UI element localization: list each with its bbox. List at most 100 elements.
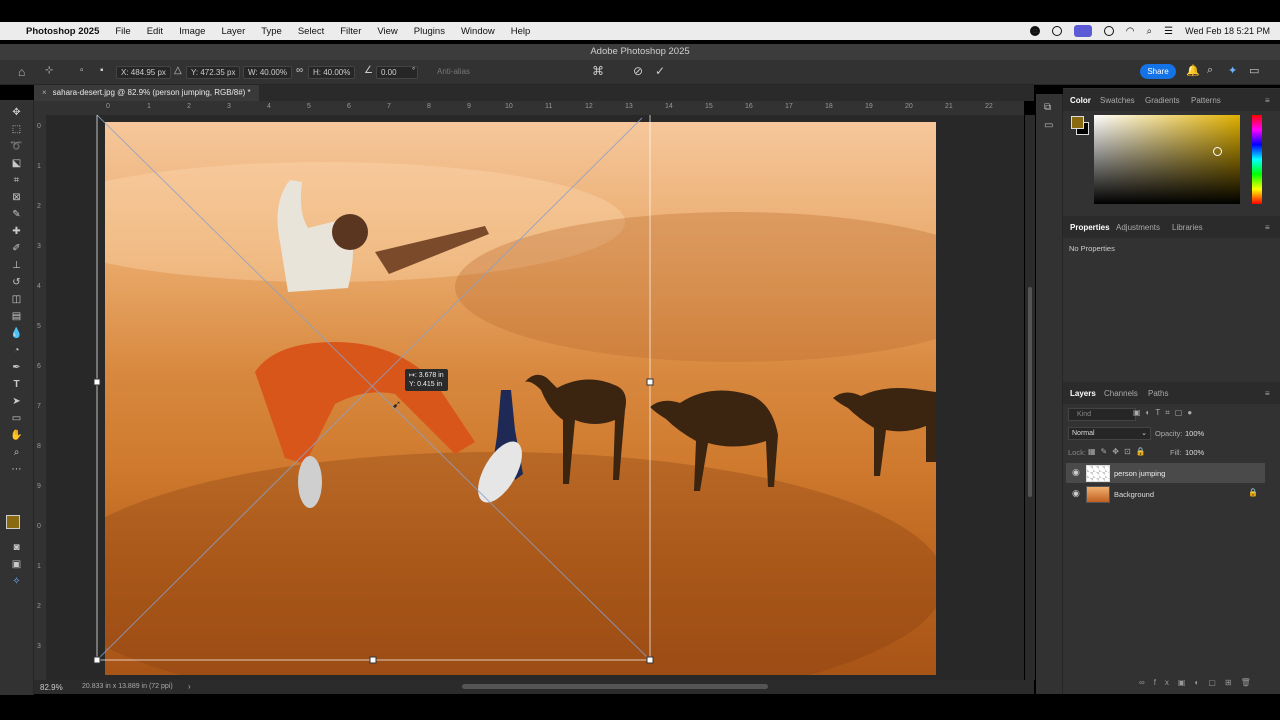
- menu-help[interactable]: Help: [511, 26, 531, 37]
- lasso-tool-icon[interactable]: ➰: [10, 140, 23, 153]
- menu-plugins[interactable]: Plugins: [414, 26, 445, 37]
- color-foreground-swatch[interactable]: [1071, 116, 1084, 129]
- type-tool-icon[interactable]: T: [10, 378, 23, 391]
- tab-patterns[interactable]: Patterns: [1191, 96, 1221, 105]
- path-selection-tool-icon[interactable]: ➤: [10, 395, 23, 408]
- layer-filter-kind[interactable]: Kind: [1068, 408, 1136, 421]
- tab-adjustments[interactable]: Adjustments: [1116, 223, 1160, 232]
- marquee-tool-icon[interactable]: ⬚: [10, 123, 23, 136]
- menu-layer[interactable]: Layer: [221, 26, 245, 37]
- pen-tool-icon[interactable]: ✒: [10, 361, 23, 374]
- more-tools-icon[interactable]: ⋯: [10, 463, 23, 476]
- tab-libraries[interactable]: Libraries: [1172, 223, 1203, 232]
- screen-mode-icon[interactable]: ▣: [10, 558, 23, 571]
- document-tab[interactable]: × sahara-desert.jpg @ 82.9% (person jumpi…: [34, 85, 259, 101]
- menu-type[interactable]: Type: [261, 26, 282, 37]
- blur-tool-icon[interactable]: 💧: [10, 327, 23, 340]
- menu-edit[interactable]: Edit: [147, 26, 163, 37]
- creative-cloud-icon[interactable]: [1103, 26, 1114, 36]
- vertical-scrollbar[interactable]: [1025, 115, 1035, 680]
- history-panel-icon[interactable]: ⧉: [1044, 102, 1051, 113]
- comments-panel-icon[interactable]: ▭: [1044, 120, 1053, 131]
- tab-paths[interactable]: Paths: [1148, 389, 1168, 398]
- app-menu[interactable]: Photoshop 2025: [26, 26, 99, 37]
- y-position-field[interactable]: Y: 472.35 px: [186, 66, 241, 79]
- tab-color[interactable]: Color: [1070, 96, 1091, 105]
- brush-tool-icon[interactable]: ✐: [10, 242, 23, 255]
- play-icon[interactable]: [1051, 26, 1062, 36]
- layer-name[interactable]: person jumping: [1114, 469, 1165, 478]
- transform-handle-bottom-right[interactable]: [646, 656, 654, 664]
- menu-file[interactable]: File: [115, 26, 130, 37]
- home-icon[interactable]: ⌂: [18, 65, 25, 79]
- rectangle-tool-icon[interactable]: ▭: [10, 412, 23, 425]
- zoom-tool-icon[interactable]: ⌕: [10, 446, 23, 459]
- horizontal-ruler[interactable]: 0 1 2 3 4 5 6 7 8 9 10 11 12 13 14 15 16…: [34, 101, 1024, 116]
- stamp-tool-icon[interactable]: ⊥: [10, 259, 23, 272]
- screen-mirror-icon[interactable]: [1073, 25, 1092, 37]
- blend-mode-select[interactable]: Normal ⌄: [1068, 427, 1151, 440]
- search-icon[interactable]: ⌕: [1207, 64, 1213, 77]
- close-tab-icon[interactable]: ×: [42, 88, 47, 97]
- width-field[interactable]: W: 40.00%: [243, 66, 292, 79]
- opacity-field[interactable]: 100%: [1185, 429, 1204, 438]
- record-icon[interactable]: [1029, 26, 1040, 36]
- panel-menu-icon[interactable]: ≡: [1265, 96, 1270, 105]
- discover-icon[interactable]: ✦: [1228, 64, 1237, 77]
- zoom-level[interactable]: 82.9%: [40, 683, 63, 692]
- eraser-tool-icon[interactable]: ◫: [10, 293, 23, 306]
- layer-footer-icons[interactable]: ∞fx▣◐▢⊞🗑: [1139, 678, 1260, 687]
- panel-menu-icon[interactable]: ≡: [1265, 389, 1270, 398]
- cancel-transform-icon[interactable]: ⊘: [633, 64, 643, 78]
- transform-handle-left[interactable]: [93, 378, 101, 386]
- menu-view[interactable]: View: [377, 26, 397, 37]
- delta-icon[interactable]: △: [174, 65, 182, 76]
- horizontal-scroll-thumb[interactable]: [462, 684, 768, 689]
- search-icon[interactable]: ⌕: [1147, 26, 1153, 37]
- lock-icons[interactable]: ▦✎✥⊡🔒: [1088, 447, 1151, 456]
- hand-tool-icon[interactable]: ✋: [10, 429, 23, 442]
- tab-gradients[interactable]: Gradients: [1145, 96, 1180, 105]
- crop-tool-icon[interactable]: ⌗: [10, 174, 23, 187]
- tab-layers[interactable]: Layers: [1070, 389, 1096, 398]
- color-picker-handle[interactable]: [1213, 147, 1222, 156]
- reference-point-grid-icon[interactable]: ▪: [100, 65, 104, 76]
- x-position-field[interactable]: X: 484.95 px: [116, 66, 171, 79]
- control-center-icon[interactable]: ☰: [1164, 26, 1173, 37]
- reference-point-icon[interactable]: ▫: [80, 65, 84, 76]
- panel-menu-icon[interactable]: ≡: [1265, 223, 1270, 232]
- move-tool-icon[interactable]: ✥: [10, 106, 23, 119]
- transform-handle-right[interactable]: [646, 378, 654, 386]
- warp-icon[interactable]: ⌘: [592, 64, 604, 78]
- eye-icon[interactable]: ◉: [1072, 467, 1080, 478]
- dodge-tool-icon[interactable]: ◔: [10, 344, 23, 357]
- move-tool-preset-icon[interactable]: ⊹: [45, 65, 53, 76]
- tab-channels[interactable]: Channels: [1104, 389, 1138, 398]
- generative-icon[interactable]: ✧: [10, 575, 23, 588]
- menu-filter[interactable]: Filter: [340, 26, 361, 37]
- menu-image[interactable]: Image: [179, 26, 205, 37]
- foreground-color-swatch[interactable]: [6, 515, 20, 529]
- hue-slider[interactable]: [1252, 115, 1262, 204]
- transform-handle-bottom-left[interactable]: [93, 656, 101, 664]
- tab-properties[interactable]: Properties: [1070, 223, 1110, 232]
- workspace-icon[interactable]: ▭: [1249, 64, 1259, 77]
- transform-bounding-box[interactable]: [90, 114, 660, 670]
- vertical-scroll-thumb[interactable]: [1028, 287, 1032, 497]
- history-brush-tool-icon[interactable]: ↺: [10, 276, 23, 289]
- color-field[interactable]: [1094, 115, 1240, 204]
- link-icon[interactable]: ∞: [296, 65, 303, 76]
- transform-handle-bottom[interactable]: [369, 656, 377, 664]
- layer-name[interactable]: Background: [1114, 490, 1154, 499]
- layer-row-background[interactable]: ◉ Background 🔒: [1066, 484, 1265, 504]
- object-selection-tool-icon[interactable]: ⬕: [10, 157, 23, 170]
- share-button[interactable]: Share: [1140, 64, 1176, 79]
- layer-filter-icons[interactable]: ▣◐T⌗▢●: [1133, 408, 1197, 418]
- tab-swatches[interactable]: Swatches: [1100, 96, 1135, 105]
- notifications-icon[interactable]: 🔔: [1186, 64, 1200, 77]
- antialias-checkbox[interactable]: Anti-alias: [437, 67, 470, 76]
- chevron-right-icon[interactable]: ›: [188, 682, 191, 691]
- fill-field[interactable]: 100%: [1185, 448, 1204, 457]
- eye-icon[interactable]: ◉: [1072, 488, 1080, 499]
- commit-transform-icon[interactable]: ✓: [655, 64, 665, 78]
